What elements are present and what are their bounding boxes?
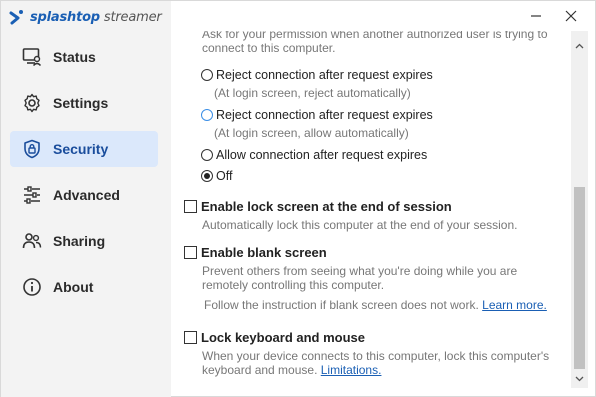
radio-label: Reject connection after request expires [216, 108, 433, 122]
brand-name: splashtop [30, 9, 100, 25]
radio-label: Allow connection after request expires [216, 148, 428, 162]
info-icon [21, 276, 43, 298]
permission-description: Ask for your permission when another aut… [202, 31, 548, 55]
radio-label: Off [216, 169, 233, 183]
blank-screen-description: Prevent others from seeing what you're d… [202, 264, 518, 292]
blank-screen-checkbox[interactable] [184, 246, 197, 259]
shield-lock-icon [21, 138, 43, 160]
close-icon [565, 10, 577, 22]
radio-button[interactable] [201, 69, 213, 81]
lock-screen-description: Automatically lock this computer at the … [202, 218, 518, 232]
lock-screen-label: Enable lock screen at the end of session [201, 199, 452, 214]
gear-icon [21, 92, 43, 114]
close-button[interactable] [556, 5, 586, 27]
chevron-down-icon [575, 376, 584, 382]
blank-screen-label: Enable blank screen [201, 245, 327, 260]
lock-keyboard-description: When your device connects to this comput… [202, 349, 562, 377]
learn-more-link[interactable]: Learn more. [482, 298, 547, 312]
radio-reject-reject[interactable]: Reject connection after request expires [201, 68, 433, 82]
sidebar-item-sharing[interactable]: Sharing [10, 223, 158, 259]
blank-screen-follow-text: Follow the instruction if blank screen d… [204, 298, 479, 312]
sidebar: splashtop streamer Status Settings Securi… [1, 1, 171, 397]
radio-sub-label: (At login screen, reject automatically) [214, 86, 411, 100]
lock-keyboard-label: Lock keyboard and mouse [201, 330, 365, 345]
lock-keyboard-option[interactable]: Lock keyboard and mouse [184, 330, 365, 345]
radio-button[interactable] [201, 149, 213, 161]
sidebar-item-about[interactable]: About [10, 269, 158, 305]
scroll-down-button[interactable] [571, 372, 588, 386]
users-icon [21, 230, 43, 252]
splashtop-logo-icon [9, 10, 23, 25]
radio-reject-allow[interactable]: Reject connection after request expires [201, 108, 433, 122]
sidebar-item-label: Settings [53, 95, 109, 111]
sidebar-item-label: Security [53, 141, 109, 157]
radio-button[interactable] [201, 109, 213, 121]
sidebar-item-label: Status [53, 49, 96, 65]
radio-button[interactable] [201, 170, 213, 182]
minimize-icon [531, 15, 541, 17]
sidebar-item-label: Advanced [53, 187, 120, 203]
chevron-up-icon [575, 43, 584, 49]
sidebar-nav: Status Settings Security Advanced Sharin… [10, 39, 158, 315]
monitor-user-icon [21, 46, 43, 68]
sidebar-item-settings[interactable]: Settings [10, 85, 158, 121]
sidebar-item-label: About [53, 279, 94, 295]
app-window: splashtop streamer Status Settings Securi… [0, 0, 596, 397]
blank-screen-option[interactable]: Enable blank screen [184, 245, 327, 260]
sidebar-item-advanced[interactable]: Advanced [10, 177, 158, 213]
lock-screen-checkbox[interactable] [184, 200, 197, 213]
sidebar-item-security[interactable]: Security [10, 131, 158, 167]
scroll-up-button[interactable] [571, 39, 588, 53]
minimize-button[interactable] [521, 5, 551, 27]
lock-screen-option[interactable]: Enable lock screen at the end of session [184, 199, 452, 214]
limitations-link[interactable]: Limitations. [321, 363, 382, 377]
sliders-icon [21, 184, 43, 206]
radio-sub-label: (At login screen, allow automatically) [214, 126, 409, 140]
blank-screen-follow: Follow the instruction if blank screen d… [204, 298, 564, 312]
sidebar-item-status[interactable]: Status [10, 39, 158, 75]
vertical-scrollbar[interactable] [571, 31, 588, 388]
product-name: streamer [103, 9, 162, 25]
radio-off[interactable]: Off [201, 169, 232, 183]
radio-allow[interactable]: Allow connection after request expires [201, 148, 427, 162]
scroll-thumb[interactable] [574, 187, 585, 369]
app-logo: splashtop streamer [9, 7, 162, 27]
radio-label: Reject connection after request expires [216, 68, 433, 82]
sidebar-item-label: Sharing [53, 233, 106, 249]
settings-panel: Ask for your permission when another aut… [171, 31, 571, 397]
lock-keyboard-checkbox[interactable] [184, 331, 197, 344]
